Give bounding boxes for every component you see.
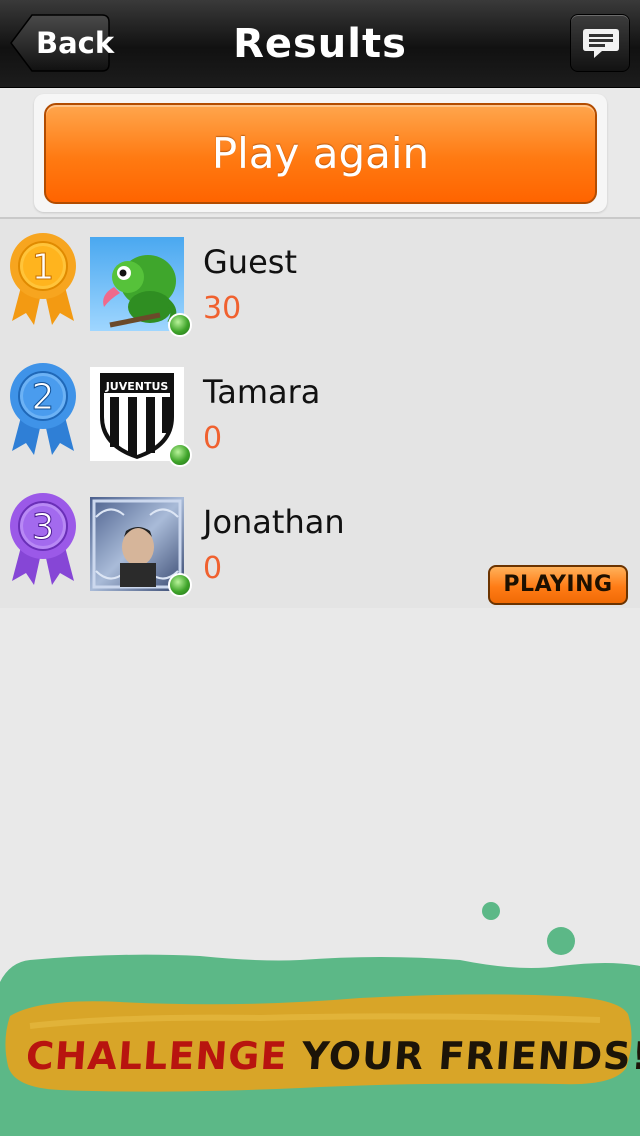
playing-status-badge: PLAYING [488,565,628,605]
online-status-icon [168,443,192,467]
play-again-container: Play again [34,94,607,212]
third-place-ribbon-icon: 3 [10,493,76,585]
online-status-icon [168,573,192,597]
player-row[interactable]: 1 Guest 30 [0,219,640,349]
rank-number: 1 [32,247,55,288]
banner-words-your-friends: YOUR FRIENDS! [300,1034,640,1078]
online-status-icon [168,313,192,337]
navigation-bar: Back Results [0,0,640,88]
page-title: Results [233,21,407,67]
rank-number: 3 [32,507,55,548]
challenge-banner-background [0,902,640,1136]
play-again-button[interactable]: Play again [44,103,597,204]
player-row[interactable]: 3 Jonathan 0 PLAYING [0,479,640,609]
challenge-your-friends-banner[interactable]: CHALLENGE YOUR FRIENDS! [24,1034,640,1078]
player-score: 0 [203,551,223,586]
player-name: Jonathan [203,503,345,541]
player-list: 1 Guest 30 2 JUVENTUS Tamara 0 3 Jonatha… [0,219,640,608]
player-row[interactable]: 2 JUVENTUS Tamara 0 [0,349,640,479]
player-score: 0 [203,421,223,456]
player-score: 30 [203,291,242,326]
banner-word-challenge: CHALLENGE [24,1034,289,1078]
first-place-ribbon-icon: 1 [10,233,76,325]
player-name: Guest [203,243,297,281]
chat-bubble-icon [583,29,619,58]
second-place-ribbon-icon: 2 [10,363,76,455]
juventus-logo-text: JUVENTUS [105,380,169,393]
chat-button[interactable] [570,14,630,72]
rank-number: 2 [32,377,55,418]
player-name: Tamara [203,373,321,411]
